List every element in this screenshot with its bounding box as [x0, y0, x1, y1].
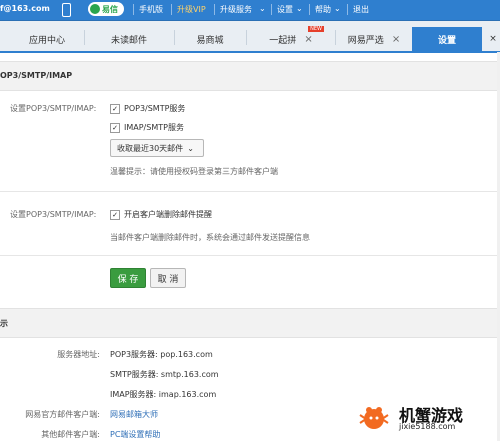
- pop3-server: POP3服务器: pop.163.com: [110, 350, 213, 359]
- topbar-settings[interactable]: 设置: [277, 4, 293, 15]
- topbar-upgrade-vip[interactable]: 升级VIP: [177, 4, 206, 15]
- chevron-down-icon: ⌄: [296, 4, 303, 13]
- topbar-logout[interactable]: 退出: [353, 4, 369, 15]
- server-label: 服务器地址:: [57, 350, 100, 359]
- option-label: 开启客户端删除邮件提醒: [124, 210, 212, 219]
- select-value: 收取最近30天邮件: [117, 143, 184, 153]
- topbar-divider: [271, 4, 272, 15]
- checkbox[interactable]: ✓: [110, 103, 120, 114]
- option-label: IMAP/SMTP服务: [124, 123, 184, 132]
- setting-label: 设置POP3/SMTP/IMAP:: [10, 210, 97, 219]
- tab-label: 易商城: [196, 35, 224, 46]
- checkbox[interactable]: ✓: [110, 122, 120, 133]
- yixin-label: 易信: [102, 4, 118, 14]
- yixin-icon: [90, 4, 100, 14]
- close-icon[interactable]: ×: [486, 29, 500, 49]
- tab-unread-mail[interactable]: 未读邮件: [85, 29, 173, 49]
- tab-label: 网易严选: [347, 35, 384, 46]
- close-icon[interactable]: ×: [304, 34, 312, 45]
- topbar-upgrade-service[interactable]: 升级服务: [220, 4, 252, 15]
- tab-label: 一起拼: [269, 35, 297, 46]
- setting-label: 设置POP3/SMTP/IMAP:: [10, 104, 97, 113]
- save-button[interactable]: 保 存: [110, 268, 146, 288]
- topbar-mobile[interactable]: 手机版: [139, 4, 163, 15]
- tab-yanxuan[interactable]: 网易严选 ×: [336, 29, 412, 49]
- hint-text: 温馨提示：请使用授权码登录第三方邮件客户端: [110, 167, 278, 176]
- cancel-button[interactable]: 取 消: [150, 268, 186, 288]
- new-badge: NEW: [308, 26, 324, 32]
- tab-bar: 应用中心 未读邮件 易商城 一起拼 NEW × 网易严选 × 设置 ×: [0, 21, 500, 53]
- tab-label: 设置: [437, 35, 456, 46]
- tab-divider: [246, 30, 247, 45]
- topbar-divider: [214, 4, 215, 15]
- section-title: 示: [0, 319, 8, 328]
- crab-logo-icon: [359, 407, 389, 429]
- divider: [0, 191, 500, 192]
- imap-server: IMAP服务器: imap.163.com: [110, 390, 217, 399]
- pc-setup-help-link[interactable]: PC端设置帮助: [110, 429, 160, 440]
- option-label: POP3/SMTP服务: [124, 104, 186, 113]
- section-header-info: 示: [0, 308, 500, 338]
- tab-yishangcheng[interactable]: 易商城: [175, 29, 245, 49]
- official-client-label: 网易官方邮件客户端:: [25, 410, 100, 419]
- topbar-help[interactable]: 帮助: [315, 4, 331, 15]
- topbar-divider: [309, 4, 310, 15]
- phone-icon[interactable]: [62, 3, 71, 17]
- fetch-range-select[interactable]: 收取最近30天邮件 ⌄: [110, 139, 204, 157]
- close-icon[interactable]: ×: [392, 34, 400, 45]
- tab-settings[interactable]: 设置: [412, 27, 482, 51]
- topbar-divider: [347, 4, 348, 15]
- chevron-down-icon: ⌄: [334, 4, 341, 13]
- tab-label: 应用中心: [28, 35, 65, 46]
- section-header-pop3: OP3/SMTP/IMAP: [0, 61, 500, 91]
- hint-text: 当邮件客户端删除邮件时，系统会通过邮件发送提醒信息: [110, 233, 310, 242]
- watermark: 机蟹游戏 jixie5188.com: [357, 401, 492, 433]
- yixin-button[interactable]: 易信: [88, 2, 124, 16]
- topbar-divider: [133, 4, 134, 15]
- tab-yiqipin[interactable]: 一起拼 NEW ×: [248, 26, 334, 49]
- watermark-url: jixie5188.com: [399, 422, 456, 431]
- pop3-smtp-option[interactable]: ✓ POP3/SMTP服务: [110, 103, 185, 114]
- official-client-link[interactable]: 网易邮箱大师: [110, 409, 158, 420]
- section-title: OP3/SMTP/IMAP: [0, 71, 73, 80]
- imap-smtp-option[interactable]: ✓ IMAP/SMTP服务: [110, 122, 184, 133]
- top-bar: f@163.com 易信 手机版 升级VIP 升级服务 ⌄ 设置 ⌄ 帮助 ⌄ …: [0, 0, 500, 21]
- smtp-server: SMTP服务器: smtp.163.com: [110, 370, 219, 379]
- tab-label: 未读邮件: [110, 35, 147, 46]
- chevron-down-icon: ⌄: [259, 4, 266, 13]
- account-email[interactable]: f@163.com: [0, 4, 50, 13]
- checkbox[interactable]: ✓: [110, 209, 120, 220]
- other-client-label: 其他邮件客户端:: [41, 430, 100, 439]
- topbar-divider: [171, 4, 172, 15]
- delete-reminder-option[interactable]: ✓ 开启客户端删除邮件提醒: [110, 209, 212, 220]
- divider: [0, 255, 500, 256]
- tab-app-center[interactable]: 应用中心: [10, 29, 84, 49]
- chevron-down-icon: ⌄: [187, 143, 194, 153]
